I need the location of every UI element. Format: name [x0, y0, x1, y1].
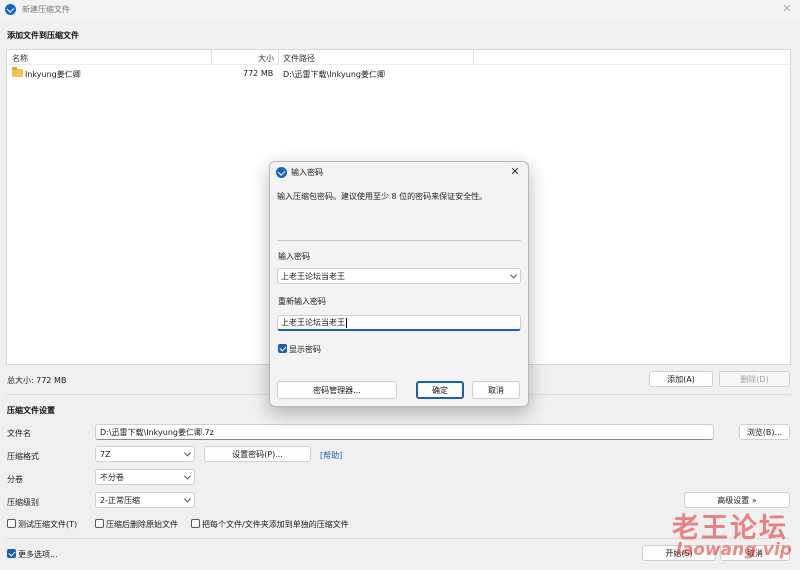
confirm-password-input[interactable]: 上老王论坛当老王 [277, 315, 521, 331]
browse-button[interactable]: 浏览(B)... [739, 424, 790, 440]
password-label: 输入密码 [278, 252, 310, 261]
column-header-size[interactable]: 大小 [258, 53, 274, 64]
split-select[interactable]: 不分卷 [95, 469, 195, 485]
level-select[interactable]: 2-正常压缩 [95, 492, 195, 508]
chevron-down-icon [183, 472, 192, 480]
folder-icon [12, 67, 23, 77]
chevron-down-icon [183, 449, 192, 457]
level-label: 压缩级别 [7, 498, 39, 507]
window-title: 新建压缩文件 [22, 4, 70, 14]
dialog-message: 输入压缩包密码。建议使用至少 8 位的密码来保证安全性。 [277, 192, 488, 201]
file-size: 772 MB [243, 69, 274, 78]
add-files-title: 添加文件到压缩文件 [7, 31, 79, 40]
column-separator[interactable] [278, 50, 279, 65]
show-password-label[interactable]: 显示密码 [289, 344, 321, 355]
dialog-cancel-button[interactable]: 取消 [472, 381, 520, 399]
delete-button[interactable]: 删除(D) [719, 371, 790, 387]
split-value: 不分卷 [100, 472, 124, 482]
column-header-path[interactable]: 文件路径 [283, 53, 315, 64]
split-label: 分卷 [7, 475, 23, 484]
total-size: 总大小: 772 MB [7, 376, 67, 385]
dialog-title: 输入密码 [291, 168, 323, 177]
filename-label: 文件名 [7, 429, 31, 438]
settings-title: 压缩文件设置 [7, 406, 55, 415]
dialog-close-icon[interactable]: ✕ [508, 165, 522, 179]
password-value: 上老王论坛当老王 [281, 271, 345, 281]
more-options-checkbox[interactable] [7, 549, 16, 558]
add-button[interactable]: 添加(A) [649, 371, 713, 387]
more-options-label[interactable]: 更多选项... [18, 549, 58, 560]
separate-archives-checkbox[interactable] [191, 519, 200, 528]
chevron-down-icon [183, 495, 192, 503]
show-password-checkbox[interactable] [278, 344, 287, 353]
password-input[interactable]: 上老王论坛当老王 [277, 268, 521, 284]
chevron-down-icon[interactable] [509, 271, 518, 279]
format-label: 压缩格式 [7, 452, 39, 461]
column-header-name[interactable]: 名称 [12, 53, 28, 64]
file-name: Inkyung姜仁卿 [25, 70, 81, 79]
list-item[interactable]: Inkyung姜仁卿 772 MB D:\迅雷下载\Inkyung姜仁卿 [7, 67, 790, 81]
dialog-titlebar: 输入密码 ✕ [270, 162, 528, 182]
set-password-button[interactable]: 设置密码(P)... [204, 446, 311, 462]
test-archive-label[interactable]: 测试压缩文件(T) [18, 519, 77, 530]
separate-archives-label[interactable]: 把每个文件/文件夹添加到单独的压缩文件 [202, 519, 349, 530]
text-caret [346, 317, 347, 328]
test-archive-checkbox[interactable] [7, 519, 16, 528]
format-value: 7Z [100, 449, 111, 459]
app-icon [5, 3, 16, 15]
delete-after-label[interactable]: 压缩后删除原始文件 [106, 519, 178, 530]
divider [277, 240, 521, 241]
confirm-password-label: 重新输入密码 [278, 297, 326, 306]
password-manager-button[interactable]: 密码管理器... [277, 381, 397, 399]
filename-input[interactable]: D:\迅雷下载\Inkyung姜仁卿.7z [95, 424, 714, 440]
watermark-url: laowang.vip [676, 540, 792, 560]
format-select[interactable]: 7Z [95, 446, 195, 462]
password-dialog: 输入密码 ✕ 输入压缩包密码。建议使用至少 8 位的密码来保证安全性。 输入密码… [269, 161, 529, 407]
help-link[interactable]: [帮助] [320, 450, 342, 461]
column-separator[interactable] [473, 50, 474, 65]
window-titlebar: 新建压缩文件 ✕ [0, 0, 800, 18]
delete-after-checkbox[interactable] [95, 519, 104, 528]
level-value: 2-正常压缩 [100, 495, 140, 505]
confirm-password-value: 上老王论坛当老王 [281, 318, 345, 327]
ok-button[interactable]: 确定 [416, 381, 464, 399]
column-separator[interactable] [211, 50, 212, 65]
file-path: D:\迅雷下载\Inkyung姜仁卿 [283, 70, 385, 79]
app-icon [276, 167, 287, 178]
file-list-header: 名称 大小 文件路径 [7, 50, 790, 65]
window-close-icon[interactable]: ✕ [780, 2, 794, 16]
